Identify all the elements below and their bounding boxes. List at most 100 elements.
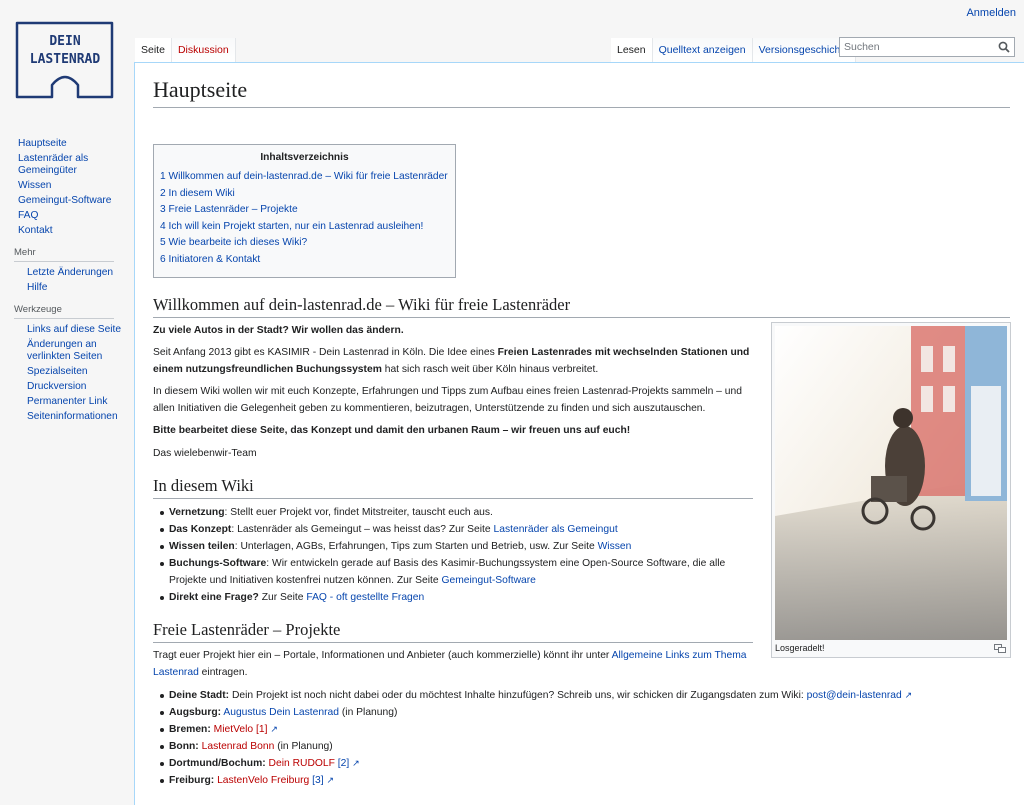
projects-intro-tail: eintragen. (198, 666, 248, 678)
logo-line1: DEIN (49, 34, 80, 49)
item-link[interactable]: Gemeingut-Software (441, 575, 535, 586)
tab-lesen-label: Lesen (617, 44, 646, 56)
project-ref[interactable]: [1] (256, 724, 267, 735)
list-item: Deine Stadt: Dein Projekt ist noch nicht… (160, 687, 1023, 704)
login-link[interactable]: Anmelden (966, 7, 1016, 19)
item-link[interactable]: FAQ - oft gestellte Fragen (306, 592, 424, 603)
list-item: Freiburg: LastenVelo Freiburg [3] ↗ (160, 772, 1023, 789)
list-item: Vernetzung: Stellt euer Projekt vor, fin… (160, 504, 753, 521)
external-link-icon: ↗ (904, 690, 913, 701)
tab-seite[interactable]: Seite (135, 38, 172, 62)
team-signature: Das wielebenwir-Team (153, 447, 257, 459)
thumbnail-caption: Losgeradelt! (775, 643, 825, 653)
tab-diskussion-label[interactable]: Diskussion (178, 44, 229, 56)
sidebar-item-recent-changes[interactable]: Letzte Änderungen (27, 267, 113, 278)
project-link[interactable]: post@dein-lastenrad (807, 690, 902, 701)
project-city: Dortmund/Bochum: (169, 758, 266, 770)
project-city: Bonn: (169, 741, 199, 753)
projects-intro: Tragt euer Projekt hier ein – Portale, I… (153, 648, 753, 681)
project-city: Deine Stadt: (169, 690, 230, 702)
item-term: Buchungs-Software (169, 558, 267, 570)
toc-item[interactable]: 2 In diesem Wiki (160, 188, 235, 199)
item-text: : Stellt euer Projekt vor, findet Mitstr… (224, 507, 493, 519)
section-heading-willkommen: Willkommen auf dein-lastenrad.de – Wiki … (153, 295, 1010, 318)
section-heading-freie-lastenraeder: Freie Lastenräder – Projekte (153, 620, 753, 644)
item-text: : Unterlagen, AGBs, Erfahrungen, Tips zu… (234, 541, 598, 553)
external-link-icon: ↗ (352, 758, 360, 769)
intro-paragraph: Seit Anfang 2013 gibt es KASIMIR - Dein … (153, 345, 753, 378)
personal-tools: Anmelden (966, 7, 1016, 19)
item-link[interactable]: Wissen (598, 541, 632, 552)
sidebar-item-kontakt[interactable]: Kontakt (18, 225, 53, 236)
project-city: Bremen: (169, 724, 211, 736)
list-item: Das Konzept: Lastenräder als Gemeingut –… (160, 521, 753, 538)
tab-quelltext[interactable]: Quelltext anzeigen (652, 38, 753, 62)
project-tail: (in Planung) (339, 707, 398, 719)
search-input[interactable]: Suchen (839, 37, 1015, 57)
sidebar-item-permalink[interactable]: Permanenter Link (27, 396, 107, 407)
sidebar-item-relatedchanges[interactable]: Änderungen an verlinkten Seiten (27, 339, 102, 362)
sidebar-item-wissen[interactable]: Wissen (18, 180, 51, 191)
thumbnail-image[interactable] (775, 326, 1007, 640)
sidebar-item-print[interactable]: Druckversion (27, 381, 86, 392)
sidebar-navigation: Hauptseite Lastenräder als Gemeingüter W… (0, 138, 134, 237)
toc-item[interactable]: 4 Ich will kein Projekt starten, nur ein… (160, 221, 423, 232)
namespace-tabs: Seite Diskussion (135, 38, 236, 62)
project-link[interactable]: Dein RUDOLF (269, 758, 335, 769)
sidebar-item-software[interactable]: Gemeingut-Software (18, 195, 111, 206)
tab-quelltext-label[interactable]: Quelltext anzeigen (659, 44, 746, 56)
sidebar: Hauptseite Lastenräder als Gemeingüter W… (0, 138, 134, 426)
sidebar-item-gemeingueter[interactable]: Lastenräder als Gemeingüter (18, 153, 88, 176)
project-link[interactable]: MietVelo (214, 724, 254, 735)
main-content: Hauptseite Inhaltsverzeichnis 1 Willkomm… (134, 62, 1024, 805)
sidebar-item-specialpages[interactable]: Spezialseiten (27, 366, 88, 377)
section-heading-in-diesem-wiki: In diesem Wiki (153, 476, 753, 500)
tab-versionsgeschichte-label[interactable]: Versionsgeschichte (759, 44, 849, 56)
list-item: Bremen: MietVelo [1] ↗ (160, 721, 1023, 738)
project-ref[interactable]: [3] (312, 775, 323, 786)
project-tail: (in Planung) (274, 741, 333, 753)
sidebar-item-hauptseite[interactable]: Hauptseite (18, 138, 67, 149)
tab-diskussion[interactable]: Diskussion (171, 38, 236, 62)
item-term: Das Konzept (169, 524, 232, 536)
sidebar-item-pageinfo[interactable]: Seiteninformationen (27, 411, 118, 422)
sidebar-heading-mehr: Mehr (14, 247, 114, 262)
list-item: Buchungs-Software: Wir entwickeln gerade… (160, 555, 753, 589)
item-term: Wissen teilen (169, 541, 235, 553)
list-item: Dortmund/Bochum: Dein RUDOLF [2] ↗ (160, 755, 1023, 772)
item-link[interactable]: Lastenräder als Gemeingut (494, 524, 618, 535)
search-placeholder: Suchen (844, 41, 880, 53)
list-item: Direkt eine Frage? Zur Seite FAQ - oft g… (160, 589, 753, 606)
toc-item[interactable]: 3 Freie Lastenräder – Projekte (160, 204, 298, 215)
toc-title: Inhaltsverzeichnis (260, 152, 349, 163)
project-link[interactable]: Augustus Dein Lastenrad (223, 707, 339, 718)
project-ref[interactable]: [2] (338, 758, 349, 769)
project-link[interactable]: LastenVelo Freiburg (217, 775, 309, 786)
toc-item[interactable]: 5 Wie bearbeite ich dieses Wiki? (160, 237, 307, 248)
intro-text-a: Seit Anfang 2013 gibt es KASIMIR - Dein … (153, 347, 498, 359)
sidebar-item-hilfe[interactable]: Hilfe (27, 282, 47, 293)
tab-lesen[interactable]: Lesen (611, 38, 653, 62)
view-tabs: Lesen Quelltext anzeigen Versionsgeschic… (611, 38, 857, 62)
external-link-icon: ↗ (270, 724, 278, 735)
call-to-action: Bitte bearbeitet diese Seite, das Konzep… (153, 425, 631, 437)
item-term: Vernetzung (169, 507, 225, 519)
toc-item[interactable]: 1 Willkommen auf dein-lastenrad.de – Wik… (160, 171, 448, 182)
site-logo[interactable]: DEIN LASTENRAD (12, 19, 118, 101)
item-term: Direkt eine Frage? (169, 592, 259, 604)
logo-mark: DEIN LASTENRAD (15, 21, 114, 99)
magnify-icon[interactable] (994, 644, 1006, 653)
sidebar-item-whatlinkshere[interactable]: Links auf diese Seite (27, 324, 121, 335)
sidebar-item-faq[interactable]: FAQ (18, 210, 38, 221)
wiki-paragraph: In diesem Wiki wollen wir mit euch Konze… (153, 386, 742, 414)
list-item: Bonn: Lastenrad Bonn (in Planung) (160, 738, 1023, 755)
page-title: Hauptseite (153, 77, 1010, 108)
section-freie-intro: Tragt euer Projekt hier ein – Portale, I… (153, 648, 753, 681)
toc-item[interactable]: 6 Initiatoren & Kontakt (160, 254, 260, 265)
sidebar-tools: Links auf diese Seite Änderungen an verl… (0, 324, 134, 423)
search-icon[interactable] (998, 41, 1010, 53)
list-item: Wissen teilen: Unterlagen, AGBs, Erfahru… (160, 538, 753, 555)
table-of-contents: Inhaltsverzeichnis 1 Willkommen auf dein… (153, 144, 456, 278)
external-link-icon: ↗ (326, 775, 334, 786)
project-link[interactable]: Lastenrad Bonn (202, 741, 275, 752)
